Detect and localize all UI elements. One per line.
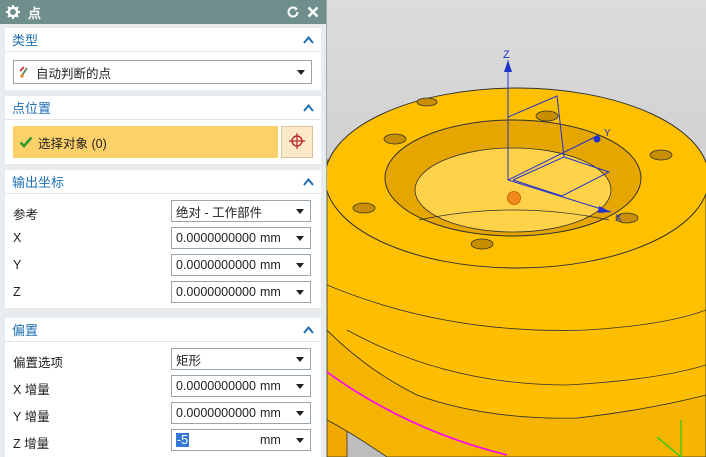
output-coordinates-section: 输出坐标 参考 绝对 - 工作部件 X 0.0000000000 mm Y 0.… bbox=[5, 170, 321, 308]
chevron-down-icon[interactable] bbox=[290, 430, 310, 450]
chevron-down-icon[interactable] bbox=[290, 376, 310, 396]
z-arrowhead bbox=[504, 60, 512, 72]
checkmark-icon bbox=[16, 136, 36, 148]
y-handle[interactable] bbox=[593, 135, 601, 143]
offset-option-label: 偏置选项 bbox=[13, 356, 64, 370]
y-increment-value[interactable]: 0.0000000000 bbox=[172, 406, 260, 420]
point-type-dropdown[interactable]: 自动判断的点 bbox=[13, 60, 312, 84]
y-value[interactable]: 0.0000000000 bbox=[172, 258, 260, 272]
offset-option-row: 偏置选项 矩形 bbox=[5, 346, 321, 372]
chevron-up-icon[interactable] bbox=[301, 101, 315, 115]
chevron-down-icon[interactable] bbox=[290, 228, 310, 248]
part-model: Z Y X bbox=[327, 49, 706, 457]
close-icon[interactable] bbox=[304, 3, 322, 21]
chevron-down-icon[interactable] bbox=[290, 255, 310, 275]
reset-icon[interactable] bbox=[284, 3, 302, 21]
x-axis-label: X bbox=[615, 213, 622, 224]
point-location-title: 点位置 bbox=[12, 101, 52, 116]
z-increment-value[interactable]: -5 bbox=[176, 433, 190, 447]
graphics-viewport[interactable]: Z Y X bbox=[327, 0, 706, 457]
x-increment-input[interactable]: 0.0000000000 mm bbox=[171, 375, 311, 397]
output-coordinates-title: 输出坐标 bbox=[12, 175, 65, 190]
x-label: X bbox=[13, 231, 22, 245]
x-increment-unit: mm bbox=[260, 379, 281, 393]
output-coordinates-header[interactable]: 输出坐标 bbox=[5, 170, 321, 194]
select-object-label: 选择对象 (0) bbox=[38, 136, 107, 151]
y-increment-row: Y 增量 0.0000000000 mm bbox=[5, 400, 321, 426]
x-increment-row: X 增量 0.0000000000 mm bbox=[5, 373, 321, 399]
z-coordinate-row: Z 0.0000000000 mm bbox=[5, 279, 321, 305]
dialog-title: 点 bbox=[28, 5, 42, 21]
offset-header[interactable]: 偏置 bbox=[5, 318, 321, 342]
chevron-down-icon[interactable] bbox=[291, 69, 311, 75]
y-coordinate-row: Y 0.0000000000 mm bbox=[5, 252, 321, 278]
point-marker[interactable] bbox=[507, 191, 521, 205]
reference-dropdown[interactable]: 绝对 - 工作部件 bbox=[171, 200, 311, 222]
y-label: Y bbox=[13, 258, 22, 272]
z-increment-unit: mm bbox=[260, 433, 281, 447]
y-increment-input[interactable]: 0.0000000000 mm bbox=[171, 402, 311, 424]
chevron-up-icon[interactable] bbox=[301, 175, 315, 189]
inner-bore bbox=[414, 147, 612, 233]
point-type-value: 自动判断的点 bbox=[36, 66, 112, 81]
y-coordinate-input[interactable]: 0.0000000000 mm bbox=[171, 254, 311, 276]
z-increment-label: Z 增量 bbox=[13, 437, 50, 451]
reference-label: 参考 bbox=[13, 208, 39, 222]
reference-value: 绝对 - 工作部件 bbox=[176, 205, 263, 220]
x-coordinate-row: X 0.0000000000 mm bbox=[5, 225, 321, 251]
z-value[interactable]: 0.0000000000 bbox=[172, 285, 260, 299]
y-increment-label: Y 增量 bbox=[13, 410, 50, 424]
crosshair-icon bbox=[288, 132, 306, 153]
x-unit: mm bbox=[260, 231, 281, 245]
offset-title: 偏置 bbox=[12, 323, 39, 338]
x-increment-label: X 增量 bbox=[13, 383, 50, 397]
offset-section: 偏置 偏置选项 矩形 X 增量 0.0000000000 mm Y 增量 0.0… bbox=[5, 318, 321, 457]
z-increment-row: Z 增量 -5 mm bbox=[5, 427, 321, 453]
x-increment-value[interactable]: 0.0000000000 bbox=[172, 379, 260, 393]
z-axis-label: Z bbox=[503, 49, 510, 61]
z-increment-input[interactable]: -5 mm bbox=[171, 429, 311, 451]
type-section-header[interactable]: 类型 bbox=[5, 28, 321, 52]
z-coordinate-input[interactable]: 0.0000000000 mm bbox=[171, 281, 311, 303]
z-unit: mm bbox=[260, 285, 281, 299]
chevron-up-icon[interactable] bbox=[301, 323, 315, 337]
y-axis-label: Y bbox=[604, 128, 611, 139]
offset-option-value: 矩形 bbox=[176, 353, 202, 368]
gear-icon[interactable] bbox=[4, 3, 22, 21]
point-dialog: 点 类型 自动判断的点 点位置 选择对象 (0) 输出坐标 参考 绝对 - 工作… bbox=[0, 0, 327, 457]
x-value[interactable]: 0.0000000000 bbox=[172, 231, 260, 245]
type-section-title: 类型 bbox=[12, 33, 39, 48]
offset-option-dropdown[interactable]: 矩形 bbox=[171, 348, 311, 370]
chevron-down-icon[interactable] bbox=[290, 282, 310, 302]
chevron-down-icon[interactable] bbox=[290, 201, 310, 221]
inferred-point-icon bbox=[14, 65, 36, 79]
point-location-section: 点位置 选择对象 (0) bbox=[5, 96, 321, 164]
select-object-field[interactable]: 选择对象 (0) bbox=[13, 126, 278, 158]
z-increment-value-wrap[interactable]: -5 bbox=[172, 433, 260, 447]
dialog-titlebar: 点 bbox=[0, 0, 326, 24]
chevron-up-icon[interactable] bbox=[301, 33, 315, 47]
y-unit: mm bbox=[260, 258, 281, 272]
z-label: Z bbox=[13, 285, 21, 299]
y-increment-unit: mm bbox=[260, 406, 281, 420]
chevron-down-icon[interactable] bbox=[290, 349, 310, 369]
chevron-down-icon[interactable] bbox=[290, 403, 310, 423]
point-dialog-button[interactable] bbox=[281, 126, 313, 158]
type-section: 类型 自动判断的点 bbox=[5, 28, 321, 90]
reference-row: 参考 绝对 - 工作部件 bbox=[5, 198, 321, 224]
point-location-header[interactable]: 点位置 bbox=[5, 96, 321, 120]
x-coordinate-input[interactable]: 0.0000000000 mm bbox=[171, 227, 311, 249]
